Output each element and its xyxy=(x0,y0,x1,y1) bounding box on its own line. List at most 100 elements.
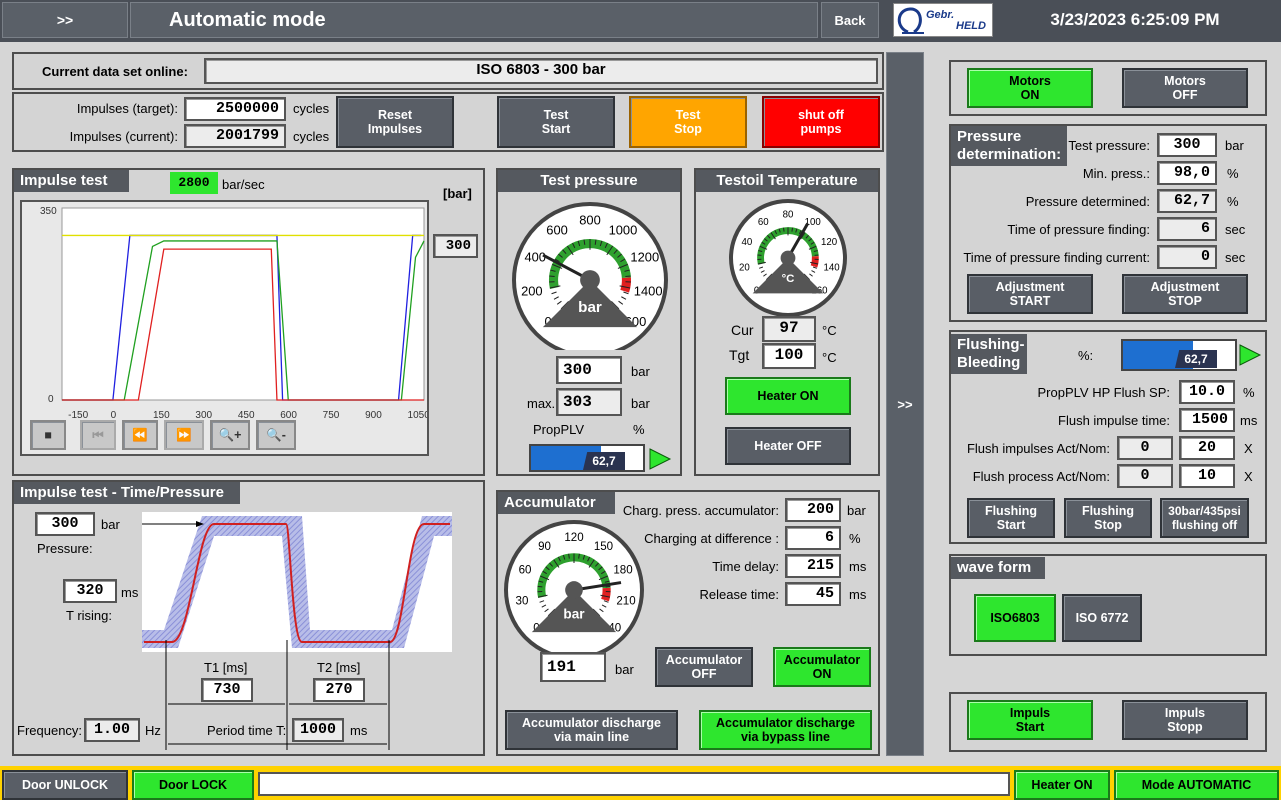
pressure-unit: bar xyxy=(631,364,650,379)
accumulator-on-button[interactable]: Accumulator ON xyxy=(773,647,871,687)
charg-unit: bar xyxy=(847,503,866,518)
rewind-icon[interactable]: ⏪ xyxy=(122,420,158,450)
tp-pressure-input[interactable]: 300 xyxy=(35,512,95,536)
waveform-diagram xyxy=(142,512,452,652)
accumulator-off-button[interactable]: Accumulator OFF xyxy=(655,647,753,687)
flushing-off-button[interactable]: 30bar/435psi flushing off xyxy=(1160,498,1249,538)
y-tick-min: 0 xyxy=(48,394,54,405)
dataset-value: ISO 6803 - 300 bar xyxy=(204,58,878,84)
discharge-bypass-button[interactable]: Accumulator discharge via bypass line xyxy=(699,710,872,750)
fl-proc-nom[interactable]: 10 xyxy=(1179,464,1235,488)
impulses-target-unit: cycles xyxy=(293,101,330,116)
impuls-start-button[interactable]: Impuls Start xyxy=(967,700,1093,740)
zoom-in-icon[interactable]: 🔍+ xyxy=(210,420,250,450)
pd-time-label: Time of pressure finding: xyxy=(1007,222,1150,237)
fast-forward-icon[interactable]: ⏩ xyxy=(164,420,204,450)
propplv-label: PropPLV xyxy=(533,422,585,437)
test-stop-label-2: Stop xyxy=(674,122,702,136)
iso6772-button[interactable]: ISO 6772 xyxy=(1062,594,1142,642)
propplv-arrow-icon xyxy=(649,448,672,470)
test-start-label-1: Test xyxy=(543,108,569,122)
stop-icon[interactable]: ■ xyxy=(30,420,66,450)
impuls-start-label-1: Impuls xyxy=(1009,706,1051,720)
acc-off-label-2: OFF xyxy=(691,667,717,681)
t2-input[interactable]: 270 xyxy=(313,678,365,702)
skip-back-icon[interactable]: ⏮ xyxy=(80,420,116,450)
release-input[interactable]: 45 xyxy=(785,582,841,606)
delay-unit: ms xyxy=(849,559,867,574)
gauge-tick-label: 90 xyxy=(538,541,551,553)
motors-on-button[interactable]: Motors ON xyxy=(967,68,1093,108)
door-lock-button[interactable]: Door LOCK xyxy=(132,770,254,800)
pressure-max-unit: bar xyxy=(631,396,650,411)
discharge-main-button[interactable]: Accumulator discharge via main line xyxy=(505,710,678,750)
tp-rising-input[interactable]: 320 xyxy=(63,579,117,603)
t1-label: T1 [ms] xyxy=(204,660,248,675)
pd-cur-value: 0 xyxy=(1157,245,1217,269)
flushing-stop-button[interactable]: Flushing Stop xyxy=(1064,498,1152,538)
adjustment-start-button[interactable]: Adjustment START xyxy=(967,274,1093,314)
pd-min-input[interactable]: 98,0 xyxy=(1157,161,1217,185)
impuls-stop-button[interactable]: Impuls Stopp xyxy=(1122,700,1248,740)
iso6803-button[interactable]: ISO6803 xyxy=(974,594,1056,642)
menu-toggle-button[interactable]: >> xyxy=(2,2,128,38)
charg-label: Charg. press. accumulator: xyxy=(622,503,779,518)
test-start-button[interactable]: Test Start xyxy=(497,96,615,148)
flushing-start-button[interactable]: Flushing Start xyxy=(967,498,1055,538)
gauge-hub xyxy=(780,250,796,266)
reset-impulses-button[interactable]: Reset Impulses xyxy=(336,96,454,148)
zoom-out-icon[interactable]: 🔍- xyxy=(256,420,296,450)
impulses-current-label: Impulses (current): xyxy=(69,129,178,144)
pd-min-unit: % xyxy=(1227,166,1239,181)
fl-proc-unit: X xyxy=(1244,469,1253,484)
propplv-bar: 62,7 xyxy=(529,444,645,472)
test-stop-button[interactable]: Test Stop xyxy=(629,96,747,148)
gauge-tick-label: 600 xyxy=(546,223,568,238)
temp-tgt-unit: °C xyxy=(822,350,837,365)
back-button[interactable]: Back xyxy=(821,2,879,38)
pressure-value[interactable]: 300 xyxy=(556,356,622,384)
pd-det-value: 62,7 xyxy=(1157,189,1217,213)
freq-unit: Hz xyxy=(145,723,161,738)
fl-imp-nom[interactable]: 20 xyxy=(1179,436,1235,460)
fl-proc-act: 0 xyxy=(1117,464,1173,488)
adj-stop-label-2: STOP xyxy=(1168,294,1202,308)
test-start-label-2: Start xyxy=(541,122,571,136)
pressure-gauge: 02004006008001000120014001600bar xyxy=(512,202,668,350)
acc-on-label-1: Accumulator xyxy=(783,653,861,667)
fl-title-1: Flushing- xyxy=(957,336,1025,353)
heater-on-button[interactable]: Heater ON xyxy=(725,377,851,415)
temp-cur-value: 97 xyxy=(762,316,816,342)
door-unlock-button[interactable]: Door UNLOCK xyxy=(2,770,128,800)
fl-sp-input[interactable]: 10.0 xyxy=(1179,380,1235,404)
t1-input[interactable]: 730 xyxy=(201,678,253,702)
pd-test-input[interactable]: 300 xyxy=(1157,133,1217,157)
freq-value: 1.00 xyxy=(84,718,140,742)
fl-imp-label: Flush impulses Act/Nom: xyxy=(966,441,1110,456)
gauge-arc xyxy=(620,277,632,293)
gauge-tick xyxy=(783,227,785,232)
diff-input[interactable]: 6 xyxy=(785,526,841,550)
gauge-arc xyxy=(810,256,819,268)
temp-tgt-input[interactable]: 100 xyxy=(762,343,816,369)
shut-off-pumps-button[interactable]: shut off pumps xyxy=(762,96,880,148)
delay-input[interactable]: 215 xyxy=(785,554,841,578)
rate-unit: bar/sec xyxy=(222,177,265,192)
side-panel-toggle[interactable]: >> xyxy=(886,52,924,756)
motors-off-button[interactable]: Motors OFF xyxy=(1122,68,1248,108)
adjustment-stop-button[interactable]: Adjustment STOP xyxy=(1122,274,1248,314)
flushing-title: Flushing- Bleeding xyxy=(951,334,1027,374)
fl-start-label-1: Flushing xyxy=(984,504,1038,518)
x-tick-label: 150 xyxy=(153,410,170,420)
heater-off-button[interactable]: Heater OFF xyxy=(725,427,851,465)
gauge-hub xyxy=(565,581,583,599)
pd-test-unit: bar xyxy=(1225,138,1244,153)
dis-bypass-label-1: Accumulator discharge xyxy=(716,716,855,730)
fl-stop-label-1: Flushing xyxy=(1081,504,1135,518)
gauge-tick-label: 1200 xyxy=(630,249,659,264)
charg-input[interactable]: 200 xyxy=(785,498,841,522)
fl-time-input[interactable]: 1500 xyxy=(1179,408,1235,432)
impulses-target-input[interactable]: 2500000 xyxy=(184,97,286,121)
gauge-unit: bar xyxy=(563,607,585,622)
flushing-arrow-icon xyxy=(1239,344,1262,366)
